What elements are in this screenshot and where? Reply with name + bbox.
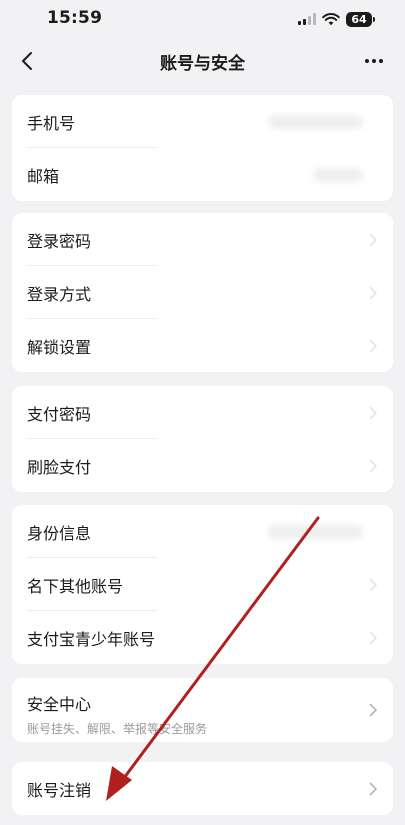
row-unlock-settings[interactable]: 解锁设置 [12, 319, 393, 372]
contact-card: 手机号 邮箱 [12, 95, 393, 201]
row-phone[interactable]: 手机号 [12, 95, 393, 148]
wifi-icon [322, 13, 340, 26]
row-label: 刷脸支付 [27, 457, 92, 477]
chevron-right-icon [369, 703, 378, 717]
row-face-pay[interactable]: 刷脸支付 [12, 439, 393, 492]
login-card: 登录密码 登录方式 解锁设置 [12, 213, 393, 372]
row-login-method[interactable]: 登录方式 [12, 266, 393, 319]
blurred-value [313, 167, 363, 182]
payment-card: 支付密码 刷脸支付 [12, 386, 393, 492]
row-cancel-account[interactable]: 账号注销 [12, 762, 393, 815]
chevron-right-icon [369, 630, 378, 645]
chevron-right-icon [369, 458, 378, 473]
account-security-screen: 15:59 64 账号与安全 手机号 邮箱 登录密码 登录方式 解锁设置 支付密… [0, 0, 405, 825]
ellipsis-icon [365, 59, 369, 63]
row-label: 登录方式 [27, 284, 92, 304]
more-button[interactable] [361, 48, 387, 74]
chevron-right-icon [369, 781, 378, 796]
blurred-value [268, 114, 363, 129]
row-security-center[interactable]: 安全中心 账号挂失、解限、举报等安全服务 [12, 678, 393, 742]
battery-level: 64 [346, 11, 372, 27]
cellular-signal-icon [298, 13, 316, 25]
row-label: 手机号 [27, 113, 76, 133]
row-other-accounts[interactable]: 名下其他账号 [12, 558, 393, 611]
row-label: 支付密码 [27, 404, 92, 424]
row-payment-password[interactable]: 支付密码 [12, 386, 393, 439]
row-label: 解锁设置 [27, 337, 92, 357]
chevron-right-icon [369, 577, 378, 592]
row-label: 登录密码 [27, 231, 92, 251]
chevron-right-icon [369, 405, 378, 420]
row-login-password[interactable]: 登录密码 [12, 213, 393, 266]
identity-card: 身份信息 名下其他账号 支付宝青少年账号 [12, 505, 393, 664]
chevron-right-icon [369, 232, 378, 247]
status-icons: 64 [298, 10, 375, 28]
status-bar: 15:59 64 [0, 0, 405, 40]
chevron-right-icon [369, 285, 378, 300]
row-email[interactable]: 邮箱 [12, 148, 393, 201]
row-teen-account[interactable]: 支付宝青少年账号 [12, 611, 393, 664]
row-label: 支付宝青少年账号 [27, 629, 156, 649]
row-label: 名下其他账号 [27, 576, 124, 596]
page-title: 账号与安全 [160, 54, 245, 74]
blurred-value [268, 524, 363, 539]
cancel-account-card: 账号注销 [12, 762, 393, 815]
row-label: 安全中心 [27, 695, 92, 714]
security-center-card: 安全中心 账号挂失、解限、举报等安全服务 [12, 678, 393, 742]
navigation-bar: 账号与安全 [0, 40, 405, 82]
row-label: 身份信息 [27, 523, 92, 543]
battery-icon: 64 [346, 11, 375, 27]
row-subtitle: 账号挂失、解限、举报等安全服务 [27, 722, 208, 736]
row-label: 邮箱 [27, 166, 60, 186]
status-time: 15:59 [47, 8, 103, 28]
security-center-text: 安全中心 账号挂失、解限、举报等安全服务 [27, 691, 207, 737]
row-identity-info[interactable]: 身份信息 [12, 505, 393, 558]
row-label: 账号注销 [27, 780, 92, 800]
chevron-right-icon [369, 338, 378, 353]
